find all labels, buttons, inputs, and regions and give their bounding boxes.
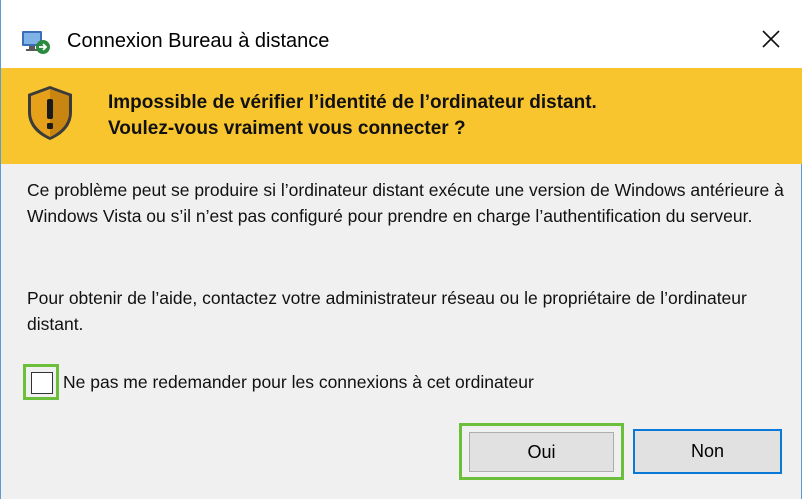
warning-shield-icon — [25, 84, 75, 142]
no-button[interactable]: Non — [633, 429, 782, 474]
title-bar: Connexion Bureau à distance — [1, 13, 802, 68]
checkbox-box — [31, 372, 53, 394]
close-icon — [761, 29, 781, 54]
yes-button[interactable]: Oui — [469, 432, 614, 472]
warning-banner: Impossible de vérifier l’identité de l’o… — [1, 68, 802, 164]
remote-desktop-icon — [21, 29, 51, 55]
warning-line-1: Impossible de vérifier l’identité de l’o… — [108, 92, 597, 113]
explanation-paragraph: Ce problème peut se produire si l’ordina… — [27, 180, 784, 226]
top-strip — [1, 0, 802, 13]
clipped-text-fragment — [129, 0, 289, 10]
dont-ask-again-checkbox[interactable] — [23, 364, 59, 400]
dont-ask-again-label[interactable]: Ne pas me redemander pour les connexions… — [63, 369, 534, 395]
dont-ask-again-row: Ne pas me redemander pour les connexions… — [23, 364, 723, 400]
yes-button-highlight: Oui — [459, 423, 624, 480]
help-paragraph: Pour obtenir de l’aide, contactez votre … — [27, 288, 747, 334]
warning-message: Impossible de vérifier l’identité de l’o… — [108, 90, 788, 142]
warning-line-2: Voulez-vous vraiment vous connecter ? — [108, 118, 466, 139]
rdp-dialog-window: Connexion Bureau à distance Impossible d… — [0, 0, 802, 499]
window-title: Connexion Bureau à distance — [67, 30, 330, 52]
close-button[interactable] — [753, 23, 789, 59]
